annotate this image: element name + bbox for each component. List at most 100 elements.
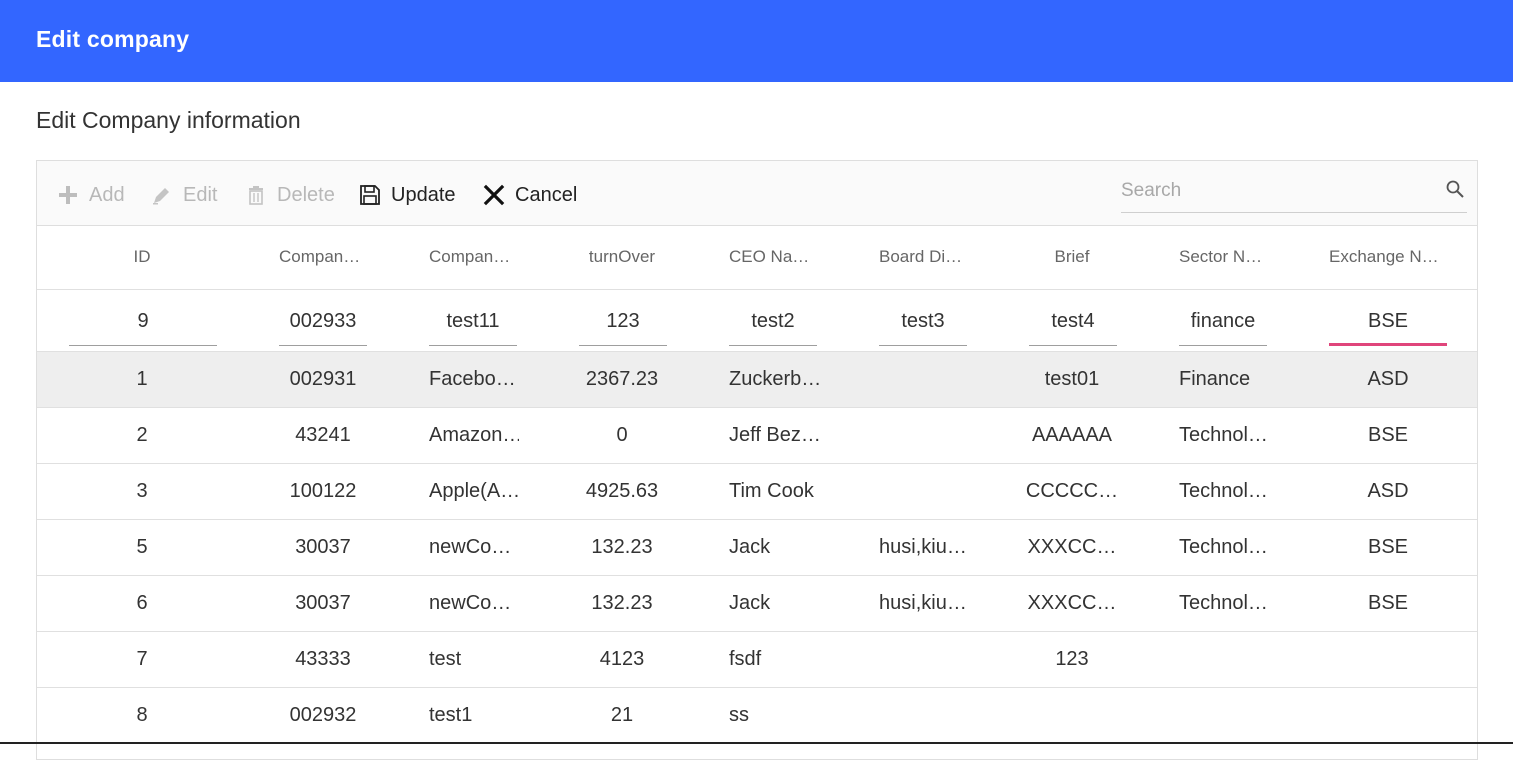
cell-id: 2 bbox=[136, 424, 148, 446]
cell-id: 6 bbox=[136, 592, 148, 614]
delete-label: Delete bbox=[277, 183, 335, 206]
table-row[interactable]: 1 002931 Facebo… 2367.23 Zuckerb… test01 Finan… bbox=[37, 352, 1477, 408]
cell-brief: AAAAAA bbox=[1031, 424, 1113, 446]
edit-field-brief bbox=[1029, 304, 1117, 346]
cell-sector-name: Technol… bbox=[1179, 480, 1268, 502]
grid-toolbar: Add Edit Delete Update Cancel Search bbox=[37, 161, 1477, 226]
cell-sector-name: Technol… bbox=[1179, 424, 1268, 446]
save-icon bbox=[360, 185, 380, 205]
column-header-exchange-name[interactable]: Exchange N… bbox=[1329, 247, 1447, 267]
cell-ceo-name: Tim Cook bbox=[729, 480, 814, 502]
column-header-id[interactable]: ID bbox=[67, 247, 217, 267]
cell-brief: XXXCC… bbox=[1027, 536, 1117, 558]
delete-button[interactable]: Delete bbox=[245, 182, 335, 208]
edit-field-exchange-name bbox=[1329, 304, 1447, 346]
edit-field-id bbox=[69, 304, 217, 346]
id-input[interactable] bbox=[69, 304, 217, 338]
edit-field-company-name bbox=[429, 304, 517, 346]
cell-sector-name: Finance bbox=[1179, 368, 1251, 390]
close-icon bbox=[483, 184, 505, 206]
cell-company-name: newCo… bbox=[429, 592, 512, 614]
cell-turnover: 4925.63 bbox=[585, 480, 659, 502]
cell-turnover: 0 bbox=[616, 424, 628, 446]
cell-company-code: 30037 bbox=[295, 536, 351, 558]
column-header-ceo-name[interactable]: CEO Na… bbox=[729, 247, 819, 267]
update-button[interactable]: Update bbox=[359, 182, 456, 208]
column-header-brief[interactable]: Brief bbox=[1027, 247, 1117, 267]
cell-sector-name: Technol… bbox=[1179, 536, 1268, 558]
column-header-company-name[interactable]: Compan… bbox=[429, 247, 519, 267]
cell-company-name: Amazon… bbox=[429, 424, 519, 446]
pencil-icon bbox=[153, 188, 169, 205]
table-row[interactable]: 8 002932 test1 21 ss bbox=[37, 688, 1477, 744]
cell-company-name: Apple(A… bbox=[429, 480, 519, 502]
turnover-input[interactable] bbox=[579, 304, 667, 338]
cell-company-code: 100122 bbox=[289, 480, 357, 502]
cell-turnover: 132.23 bbox=[591, 536, 653, 558]
column-header-turnover[interactable]: turnOver bbox=[577, 247, 667, 267]
cell-turnover: 2367.23 bbox=[585, 368, 659, 390]
table-row[interactable]: 6 30037 newCo… 132.23 Jack husi,kiu… XXXCC… Tec… bbox=[37, 576, 1477, 632]
cell-exchange-name: BSE bbox=[1367, 536, 1409, 558]
cell-turnover: 132.23 bbox=[591, 592, 653, 614]
cell-id: 8 bbox=[136, 704, 148, 726]
cell-exchange-name: ASD bbox=[1367, 368, 1409, 390]
search-box bbox=[1121, 175, 1467, 213]
add-label: Add bbox=[89, 183, 125, 206]
column-header-board-directors[interactable]: Board Di… bbox=[879, 247, 969, 267]
edit-field-turnover bbox=[579, 304, 667, 346]
cell-ceo-name: Zuckerb… bbox=[729, 368, 819, 390]
cell-company-name: Facebo… bbox=[429, 368, 516, 390]
cell-ceo-name: Jack bbox=[729, 536, 771, 558]
company-code-input[interactable] bbox=[279, 304, 367, 338]
company-name-input[interactable] bbox=[429, 304, 517, 338]
page-subtitle: Edit Company information bbox=[36, 107, 301, 133]
dialog-title: Edit company bbox=[36, 26, 190, 52]
cell-turnover: 21 bbox=[610, 704, 634, 726]
cell-id: 3 bbox=[136, 480, 148, 502]
exchange-name-input[interactable] bbox=[1329, 304, 1447, 338]
edit-field-company-code bbox=[279, 304, 367, 346]
cell-brief: CCCCC… bbox=[1025, 480, 1119, 502]
cell-brief: test01 bbox=[1044, 368, 1100, 390]
sector-name-input[interactable] bbox=[1179, 304, 1267, 338]
search-icon[interactable] bbox=[1445, 179, 1465, 199]
column-header-sector-name[interactable]: Sector N… bbox=[1179, 247, 1269, 267]
column-header-company-code[interactable]: Compan… bbox=[279, 247, 369, 267]
cell-brief: 123 bbox=[1055, 648, 1089, 670]
table-row[interactable]: 7 43333 test 4123 fsdf 123 bbox=[37, 632, 1477, 688]
cell-company-name: test bbox=[429, 648, 462, 670]
plus-icon bbox=[59, 186, 77, 204]
table-row[interactable]: 5 30037 newCo… 132.23 Jack husi,kiu… XXXCC… Tec… bbox=[37, 520, 1477, 576]
update-label: Update bbox=[391, 183, 456, 206]
cell-board-directors: husi,kiu… bbox=[879, 536, 967, 558]
board-directors-input[interactable] bbox=[879, 304, 967, 338]
cell-ceo-name: ss bbox=[729, 704, 749, 726]
cell-id: 5 bbox=[136, 536, 148, 558]
edit-label: Edit bbox=[183, 183, 218, 206]
edit-button[interactable]: Edit bbox=[151, 182, 217, 208]
cell-sector-name: Technol… bbox=[1179, 592, 1268, 614]
company-grid: Add Edit Delete Update Cancel Search ID … bbox=[36, 160, 1478, 760]
ceo-name-input[interactable] bbox=[729, 304, 817, 338]
cell-exchange-name: BSE bbox=[1367, 592, 1409, 614]
cell-company-name: newCo… bbox=[429, 536, 512, 558]
edit-row bbox=[37, 290, 1477, 352]
cell-ceo-name: Jeff Bez… bbox=[729, 424, 819, 446]
cell-company-code: 002931 bbox=[289, 368, 357, 390]
trash-icon bbox=[249, 186, 263, 205]
add-button[interactable]: Add bbox=[57, 182, 125, 208]
cell-company-name: test1 bbox=[429, 704, 473, 726]
cell-ceo-name: Jack bbox=[729, 592, 771, 614]
dialog-header: Edit company bbox=[0, 0, 1513, 82]
table-row[interactable]: 2 43241 Amazon… 0 Jeff Bez… AAAAAA Technol… BSE bbox=[37, 408, 1477, 464]
edit-field-board-directors bbox=[879, 304, 967, 346]
cell-id: 1 bbox=[136, 368, 148, 390]
cell-company-code: 002932 bbox=[289, 704, 357, 726]
edit-field-sector-name bbox=[1179, 304, 1267, 346]
table-row[interactable]: 3 100122 Apple(A… 4925.63 Tim Cook CCCCC… Tech… bbox=[37, 464, 1477, 520]
search-input[interactable] bbox=[1121, 177, 1431, 205]
cancel-button[interactable]: Cancel bbox=[483, 182, 577, 208]
brief-input[interactable] bbox=[1029, 304, 1117, 338]
cell-company-code: 30037 bbox=[295, 592, 351, 614]
